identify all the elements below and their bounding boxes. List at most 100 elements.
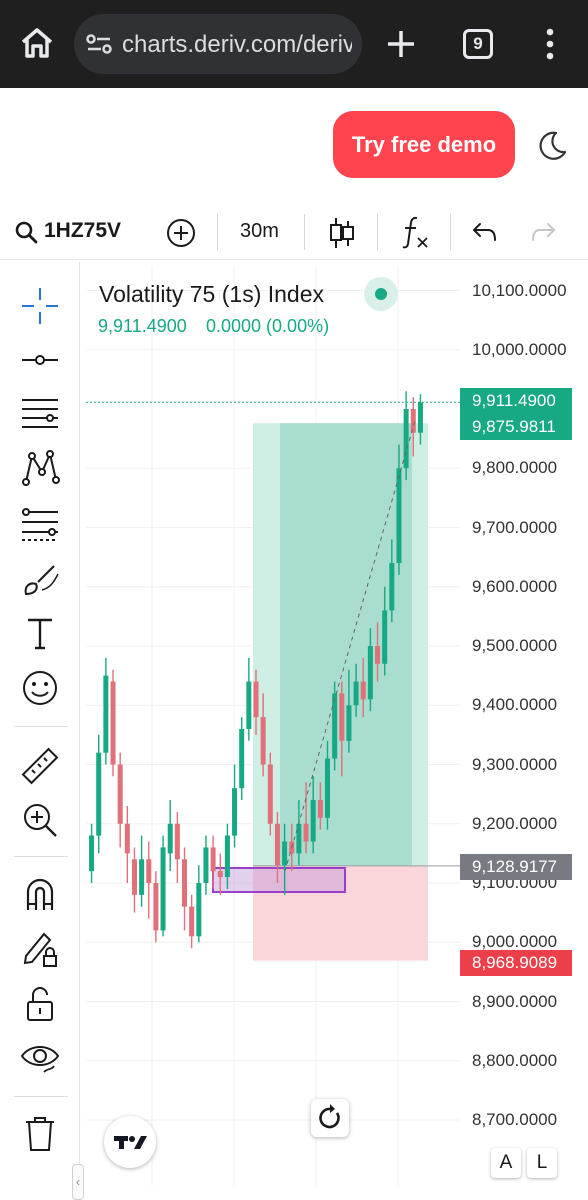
search-icon[interactable] (14, 220, 38, 244)
tabs-icon[interactable]: 9 (463, 29, 493, 59)
log-scale-button[interactable]: L (527, 1148, 557, 1178)
candle-body (174, 823, 180, 860)
candle-body (146, 859, 152, 883)
entry-price-tag: 9,128.9177 (460, 854, 572, 880)
candle-body (282, 841, 288, 866)
candle-body (260, 717, 266, 765)
horizontal-line-icon[interactable] (20, 340, 60, 380)
target-price-tag: 9,875.9811 (460, 414, 572, 440)
candle-body (332, 693, 338, 759)
toolbar-divider (217, 214, 218, 250)
candle-body (124, 823, 130, 854)
market-open-indicator (364, 277, 398, 311)
reset-zoom-icon[interactable] (311, 1099, 349, 1137)
eye-icon[interactable] (20, 1038, 60, 1078)
candle-body (182, 859, 188, 907)
price-axis-tick: 8,800.0000 (472, 1050, 558, 1070)
candle-body (324, 758, 330, 818)
auto-scale-button[interactable]: A (491, 1148, 521, 1178)
ruler-icon[interactable] (20, 746, 60, 786)
text-tool-icon[interactable] (20, 614, 60, 654)
candle-body (96, 752, 102, 836)
brush-icon[interactable] (20, 560, 60, 600)
emoji-icon[interactable] (20, 668, 60, 708)
candle-body (217, 871, 223, 878)
candle-body (139, 859, 145, 895)
candle-body (396, 468, 402, 564)
sidebar-divider (14, 856, 68, 857)
candle-body (246, 681, 252, 729)
candle-body (160, 847, 166, 931)
candle-body (403, 409, 409, 469)
parallel-lines-icon[interactable] (20, 394, 60, 434)
chart-toolbar: 1HZ75V 30m (0, 202, 588, 260)
price-axis-tick: 8,700.0000 (472, 1110, 558, 1129)
candle-body (367, 646, 373, 700)
candle-body (339, 693, 345, 741)
candle-body (382, 610, 388, 664)
toolbar-divider (377, 214, 378, 250)
candle-body (167, 823, 173, 854)
candle-body (210, 847, 216, 872)
price-axis-tick: 9,400.0000 (472, 695, 558, 715)
home-icon[interactable] (18, 24, 56, 62)
magnet-icon[interactable] (20, 874, 60, 914)
sidebar-collapse-handle[interactable]: ‹ (72, 1164, 84, 1200)
indicators-icon[interactable] (400, 214, 430, 250)
url-text[interactable]: charts.deriv.com/deriv (122, 31, 352, 59)
toolbar-divider (450, 214, 451, 250)
lock-drawing-icon[interactable] (20, 928, 60, 968)
tradingview-logo-icon[interactable] (104, 1116, 156, 1168)
crosshair-icon[interactable] (20, 286, 60, 326)
symbol-selector[interactable]: 1HZ75V (44, 219, 121, 243)
stop-price-tag: 8,968.9089 (460, 950, 572, 976)
candle-body (131, 859, 137, 895)
candle-body (317, 800, 323, 818)
add-circle-icon[interactable] (166, 218, 196, 248)
try-free-demo-button[interactable]: Try free demo (333, 111, 515, 178)
candle-body (267, 764, 273, 824)
fibonacci-icon[interactable] (20, 504, 60, 544)
site-settings-icon[interactable] (86, 32, 112, 56)
price-axis-tick: 9,700.0000 (472, 517, 558, 537)
candle-body (303, 823, 309, 842)
browser-bar: charts.deriv.com/deriv 9 (0, 0, 588, 88)
last-price-tag: 9,911.4900 (460, 388, 572, 414)
quote-change: 0.0000 (0.00%) (206, 316, 330, 336)
price-axis-tick: 10,000.0000 (472, 339, 567, 359)
candle-body (353, 681, 359, 706)
candle-body (89, 835, 95, 872)
candle-body (224, 835, 230, 878)
candle-body (110, 681, 116, 765)
zoom-in-icon[interactable] (20, 800, 60, 840)
current-quote: 9,911.4900 (98, 316, 187, 336)
address-bar[interactable]: charts.deriv.com/deriv (74, 14, 362, 74)
sidebar-divider (14, 726, 68, 727)
undo-icon[interactable] (470, 220, 498, 244)
redo-icon[interactable] (530, 220, 558, 244)
price-axis-tick: 8,900.0000 (472, 991, 558, 1011)
price-axis-tick: 9,600.0000 (472, 576, 558, 596)
price-chart[interactable] (86, 266, 460, 1186)
price-axis-tick: 9,300.0000 (472, 754, 558, 774)
unlock-icon[interactable] (20, 984, 60, 1024)
moon-icon[interactable] (536, 130, 568, 162)
plus-icon[interactable] (384, 24, 418, 64)
drawing-tools-sidebar (0, 262, 80, 1200)
candle-body (417, 402, 423, 433)
more-icon[interactable] (540, 26, 560, 62)
candle-body (296, 823, 302, 854)
trash-icon[interactable] (20, 1114, 60, 1154)
price-axis-tick: 9,200.0000 (472, 813, 558, 833)
pattern-icon[interactable] (20, 448, 60, 488)
candle-body (346, 705, 352, 741)
candle-body (360, 681, 366, 700)
candlestick-icon[interactable] (328, 216, 356, 250)
candle-body (189, 906, 195, 937)
candle-body (203, 847, 209, 883)
interval-selector[interactable]: 30m (240, 220, 279, 243)
candle-body (196, 883, 202, 937)
profit-zone-filled (280, 423, 412, 866)
order-block-box (212, 867, 346, 893)
sidebar-divider (14, 1096, 68, 1097)
